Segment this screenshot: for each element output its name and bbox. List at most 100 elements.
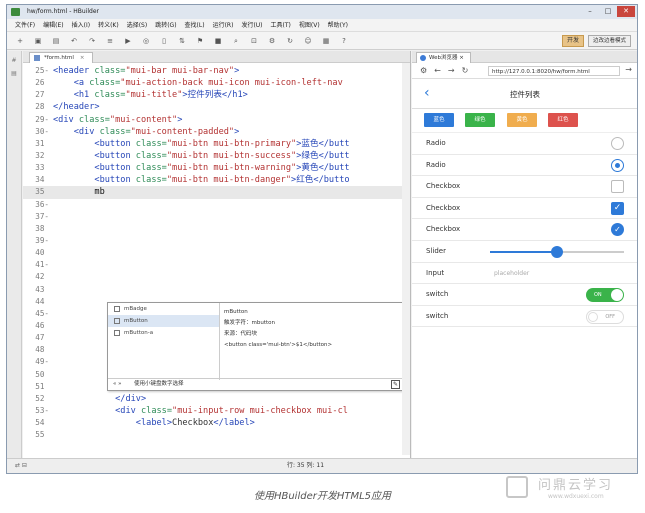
checkbox-round-checked[interactable]: ✓ [611, 223, 624, 237]
menu-goto[interactable]: 跳转(G) [151, 19, 180, 31]
menu-publish[interactable]: 发行(U) [237, 19, 266, 31]
checkbox-row[interactable]: Checkbox ✓ [412, 198, 637, 220]
menu-select[interactable]: 选择(S) [123, 19, 152, 31]
back-icon[interactable]: ← [434, 66, 441, 75]
checkbox-unchecked[interactable] [611, 180, 624, 194]
autocomplete-item-selected[interactable]: mButton [108, 315, 219, 327]
user-icon[interactable]: ☺ [301, 35, 315, 47]
run-icon[interactable]: ▶ [121, 35, 135, 47]
url-input[interactable]: http://127.0.0.1:8020/hw/form.html [488, 66, 620, 76]
edit-snippet-icon[interactable]: ✎ [391, 380, 400, 389]
autocomplete-item[interactable]: mBadge [108, 303, 219, 315]
preview-tab[interactable]: Web浏览器 × [416, 52, 471, 63]
code-line[interactable]: 25- <header class="mui-bar mui-bar-nav"> [23, 65, 410, 77]
code-line[interactable]: 33 <button class="mui-btn mui-btn-warnin… [23, 162, 410, 174]
blue-button[interactable]: 蓝色 [424, 113, 454, 127]
menu-run[interactable]: 运行(R) [209, 19, 238, 31]
code-line[interactable]: 40 [23, 247, 410, 259]
settings-icon[interactable]: ⚙ [265, 35, 279, 47]
code-line[interactable]: 37- [23, 211, 410, 223]
save-all-icon[interactable]: ▤ [49, 35, 63, 47]
menu-file[interactable]: 文件(F) [11, 19, 39, 31]
line-number: 26 [35, 78, 49, 88]
new-icon[interactable]: + [13, 35, 27, 47]
code-line[interactable]: 27 <h1 class="mui-title">控件列表</h1> [23, 89, 410, 101]
checkbox-row[interactable]: Checkbox [412, 176, 637, 198]
vertical-scrollbar[interactable] [402, 63, 410, 455]
forward-icon[interactable]: → [448, 66, 455, 75]
undo-icon[interactable]: ↶ [67, 35, 81, 47]
code-line[interactable]: 30- <div class="mui-content-padded"> [23, 126, 410, 138]
menu-insert[interactable]: 插入(I) [68, 19, 94, 31]
layout-select[interactable]: 边改边看模式 [587, 35, 631, 47]
code-line[interactable]: 41- [23, 259, 410, 271]
save-icon[interactable]: ▣ [31, 35, 45, 47]
code-line[interactable]: 31 <button class="mui-btn mui-btn-primar… [23, 138, 410, 150]
redo-icon[interactable]: ↷ [85, 35, 99, 47]
editor-tab[interactable]: *form.html × [29, 52, 94, 63]
radio-row[interactable]: Radio [412, 133, 637, 155]
code-line[interactable]: 38 [23, 223, 410, 235]
ftp-icon[interactable]: ⇅ [175, 35, 189, 47]
menu-tools[interactable]: 工具(T) [267, 19, 295, 31]
page-nav-icon[interactable]: « » [113, 379, 121, 390]
checkbox-row[interactable]: Checkbox ✓ [412, 219, 637, 241]
minimize-button[interactable]: – [581, 6, 599, 17]
slider[interactable] [490, 245, 624, 258]
autocomplete-item[interactable]: mButton-a [108, 327, 219, 339]
mode-button[interactable]: 开发 [561, 35, 584, 47]
code-line[interactable]: 43 [23, 284, 410, 296]
slider-handle[interactable] [551, 245, 563, 258]
code-editor[interactable]: *form.html × 25- <header class="mui-bar mu… [23, 51, 411, 459]
radio-checked[interactable] [611, 158, 624, 172]
refresh-icon[interactable]: ↻ [283, 35, 297, 47]
code-line[interactable]: 52 </div> [23, 393, 410, 405]
switch-off[interactable]: OFF [586, 309, 624, 324]
code-value: "mui-content" [109, 114, 178, 125]
code-line[interactable]: 34 <button class="mui-btn mui-btn-danger… [23, 174, 410, 186]
line-number: 41- [35, 260, 49, 270]
yellow-button[interactable]: 黄色 [507, 113, 537, 127]
checkbox-checked[interactable]: ✓ [611, 201, 624, 215]
settings-icon[interactable]: ⚙ [420, 66, 427, 75]
code-line[interactable]: 29- <div class="mui-content"> [23, 114, 410, 126]
browser-icon[interactable]: ◎ [139, 35, 153, 47]
go-icon[interactable]: → [625, 65, 632, 74]
menu-view[interactable]: 视图(V) [295, 19, 324, 31]
radio-row[interactable]: Radio [412, 155, 637, 177]
phone-icon[interactable]: ▯ [157, 35, 171, 47]
close-tab-icon[interactable]: × [459, 55, 464, 61]
lock-icon[interactable]: ⊡ [247, 35, 261, 47]
close-tab-icon[interactable]: × [80, 55, 85, 61]
green-button[interactable]: 绿色 [465, 113, 495, 127]
menu-escape[interactable]: 转义(K) [94, 19, 123, 31]
code-line[interactable]: 42 [23, 271, 410, 283]
layout-icon[interactable]: ▦ [319, 35, 333, 47]
code-line[interactable]: 54 <label>Checkbox</label> [23, 417, 410, 429]
reload-icon[interactable]: ↻ [462, 66, 469, 75]
switch-on[interactable]: ON [586, 288, 624, 303]
search-icon[interactable]: ⌕ [229, 35, 243, 47]
stop-icon[interactable]: ■ [211, 35, 225, 47]
maximize-button[interactable]: □ [599, 6, 617, 17]
code-line[interactable]: 35 mb [23, 186, 410, 199]
code-line[interactable]: 53- <div class="mui-input-row mui-checkb… [23, 405, 410, 417]
red-button[interactable]: 红色 [548, 113, 578, 127]
text-input[interactable]: placeholder [494, 263, 529, 285]
format-icon[interactable]: ≡ [103, 35, 117, 47]
close-button[interactable]: ✕ [617, 6, 635, 17]
outline-icon[interactable]: ▤ [7, 70, 21, 77]
code-line[interactable]: 28 </header> [23, 101, 410, 113]
project-icon[interactable]: # [7, 57, 21, 64]
code-line[interactable]: 55 [23, 429, 410, 441]
code-line[interactable]: 26 <a class="mui-action-back mui-icon mu… [23, 77, 410, 89]
code-line[interactable]: 36- [23, 199, 410, 211]
menu-edit[interactable]: 编辑(E) [39, 19, 67, 31]
code-line[interactable]: 32 <button class="mui-btn mui-btn-succes… [23, 150, 410, 162]
code-line[interactable]: 39- [23, 235, 410, 247]
menu-find[interactable]: 查找(L) [181, 19, 209, 31]
bookmark-icon[interactable]: ⚑ [193, 35, 207, 47]
help-icon[interactable]: ? [337, 35, 351, 47]
radio-unchecked[interactable] [611, 137, 624, 150]
menu-help[interactable]: 帮助(Y) [324, 19, 352, 31]
